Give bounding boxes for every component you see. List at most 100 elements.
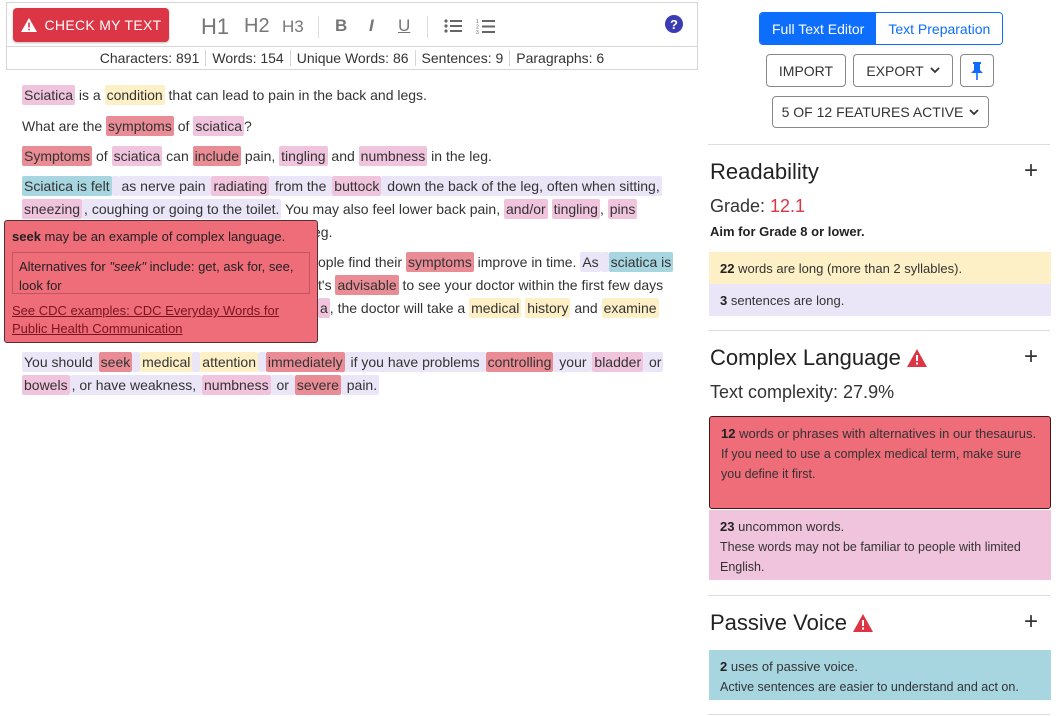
highlighted-term[interactable]: radiating [211, 176, 270, 196]
highlighted-term[interactable]: as nerve pain [119, 176, 212, 196]
highlighted-term[interactable]: bowels [22, 375, 70, 395]
check-my-text-button[interactable]: CHECK MY TEXT [13, 8, 169, 42]
highlighted-term[interactable]: advisable [335, 275, 399, 295]
complex-language-expand-button[interactable]: + [1024, 343, 1038, 371]
section-divider [708, 144, 1050, 145]
highlighted-term[interactable]: medical [469, 298, 522, 318]
stat-unique-words: Unique Words: 86 [289, 50, 415, 66]
heading3-button[interactable]: H3 [282, 17, 304, 37]
highlighted-term[interactable]: symptoms [106, 116, 174, 136]
heading2-button[interactable]: H2 [244, 15, 270, 38]
highlighted-term[interactable]: Symptoms [22, 146, 93, 166]
highlighted-term[interactable]: immediately [265, 352, 345, 372]
text-run [548, 201, 552, 217]
underline-button[interactable]: U [398, 16, 410, 36]
readability-expand-button[interactable]: + [1024, 157, 1038, 185]
chevron-down-icon [969, 108, 980, 115]
mode-toggle: Full Text Editor Text Preparation [759, 12, 1004, 45]
highlighted-term[interactable]: sciatica is [608, 252, 674, 272]
import-button[interactable]: IMPORT [766, 54, 846, 87]
highlighted-term[interactable]: attention [200, 352, 258, 372]
alternatives-card[interactable]: 12 words or phrases with alternatives in… [709, 416, 1051, 509]
highlighted-term[interactable]: symptoms [405, 252, 474, 272]
section-divider [708, 595, 1050, 596]
uncommon-hint: These words may not be familiar to peopl… [720, 540, 1021, 574]
highlighted-term[interactable]: if you have problems [344, 352, 486, 372]
highlighted-term[interactable]: Sciatica is felt [22, 176, 112, 196]
highlighted-term[interactable]: down the back of the leg, often when sit… [381, 176, 662, 196]
highlighted-term[interactable]: bladder [592, 352, 644, 372]
long-words-card[interactable]: 22 words are long (more than 2 syllables… [709, 252, 1051, 284]
highlighted-term[interactable]: from the [269, 176, 333, 196]
highlighted-term[interactable]: pins [607, 199, 638, 219]
text-complexity: Text complexity: 27.9% [710, 382, 895, 402]
text-preparation-tab[interactable]: Text Preparation [876, 13, 1003, 44]
highlighted-term[interactable]: tingling [551, 199, 600, 219]
text-run: , the doctor will take a [329, 300, 470, 316]
grade-level: Grade: 12.1 [710, 196, 805, 217]
section-divider [708, 330, 1050, 331]
highlighted-term[interactable]: severe [294, 375, 341, 395]
highlighted-term[interactable]: medical [140, 352, 193, 372]
check-my-text-label: CHECK MY TEXT [44, 17, 162, 33]
uncommon-count: 23 [720, 519, 735, 534]
highlighted-term[interactable]: controlling [485, 352, 554, 372]
complex-language-tooltip: seek may be an example of complex langua… [4, 220, 318, 343]
highlighted-term[interactable]: or [643, 352, 664, 372]
import-label: IMPORT [778, 62, 834, 79]
tooltip-headline-text: may be an example of complex language. [40, 229, 286, 244]
highlighted-term[interactable]: You should [22, 352, 99, 372]
highlighted-term[interactable]: Sciatica [22, 85, 76, 105]
highlighted-term[interactable]: numbness [202, 375, 271, 395]
text-run: , [599, 201, 608, 217]
text-run: pain, [241, 148, 280, 164]
paragraph: You should seek medical attention immedi… [22, 352, 664, 372]
highlighted-term[interactable]: pain. [340, 375, 380, 395]
highlighted-term[interactable]: your [553, 352, 593, 372]
passive-voice-title: Passive Voice [710, 610, 873, 636]
uncommon-words-card[interactable]: 23 uncommon words. These words may not b… [709, 510, 1051, 580]
highlighted-term[interactable]: tingling [279, 146, 328, 166]
numbered-list-icon[interactable]: 1 2 3 [476, 18, 495, 34]
highlighted-term[interactable]: condition [104, 85, 165, 105]
long-words-count: 22 [720, 261, 735, 276]
paragraph: Sciatica is a condition that can lead to… [22, 85, 427, 105]
long-sentences-card[interactable]: 3 sentences are long. [709, 284, 1051, 316]
bold-button[interactable]: B [335, 16, 347, 36]
highlighted-term[interactable]: sciatica [111, 146, 163, 166]
highlighted-term[interactable]: As [580, 252, 601, 272]
highlighted-term[interactable]: , or have weakness, [69, 375, 202, 395]
highlighted-term[interactable]: seek [98, 352, 133, 372]
highlighted-term[interactable] [132, 352, 141, 372]
highlighted-term[interactable]: , coughing or going to the toilet. [82, 199, 282, 219]
highlighted-term[interactable]: or [270, 375, 295, 395]
export-button[interactable]: EXPORT [853, 54, 953, 87]
highlighted-term[interactable]: include [192, 146, 242, 166]
bullet-list-icon[interactable] [444, 19, 462, 33]
cdc-examples-link[interactable]: See CDC examples: CDC Everyday Words for… [12, 302, 310, 338]
highlighted-term[interactable]: examine [601, 298, 659, 318]
help-icon[interactable]: ? [665, 15, 683, 33]
highlighted-term[interactable] [600, 252, 609, 272]
features-dropdown[interactable]: 5 OF 12 FEATURES ACTIVE [772, 96, 989, 128]
highlighted-term[interactable] [258, 352, 266, 372]
long-sentences-text: sentences are long. [727, 293, 845, 308]
italic-button[interactable]: I [369, 16, 374, 36]
tooltip-word: seek [12, 229, 41, 244]
text-run: of [173, 118, 194, 134]
passive-voice-card[interactable]: 2 uses of passive voice. Active sentence… [709, 650, 1051, 700]
full-text-editor-tab[interactable]: Full Text Editor [760, 13, 877, 44]
highlighted-term[interactable]: a [318, 298, 330, 318]
highlighted-term[interactable]: sneezing [22, 199, 83, 219]
text-run: ople find their [318, 254, 406, 270]
pin-button[interactable] [960, 54, 994, 87]
highlighted-term[interactable]: sciatica [193, 116, 244, 136]
highlighted-term[interactable]: history [525, 298, 571, 318]
heading1-button[interactable]: H1 [201, 14, 229, 40]
warning-icon [852, 614, 873, 632]
highlighted-term[interactable]: buttock [332, 176, 382, 196]
highlighted-term[interactable]: numbness [358, 146, 428, 166]
passive-voice-expand-button[interactable]: + [1024, 608, 1038, 636]
highlighted-term[interactable]: and/or [503, 199, 548, 219]
text-run: What are the [22, 118, 107, 134]
